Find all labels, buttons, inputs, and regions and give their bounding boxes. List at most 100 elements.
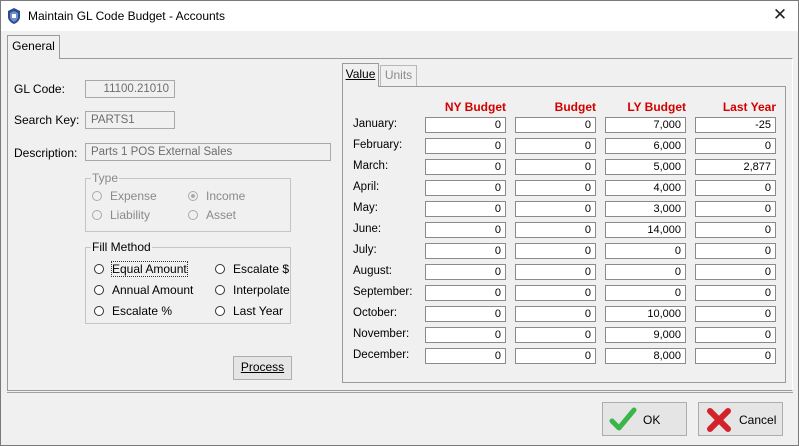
ny-budget-cell[interactable]: 0 [425, 117, 506, 133]
radio-icon[interactable] [188, 210, 198, 220]
budget-cell[interactable]: 0 [515, 285, 596, 301]
last-year-cell[interactable]: 0 [695, 348, 776, 364]
fill-interpolate-option[interactable]: Interpolate [215, 283, 290, 297]
radio-icon[interactable] [94, 285, 104, 295]
ny-budget-cell[interactable]: 0 [425, 222, 506, 238]
month-label: August: [353, 265, 392, 277]
budget-cell[interactable]: 0 [515, 159, 596, 175]
search-key-field[interactable]: PARTS1 [85, 111, 175, 129]
month-label: November: [353, 328, 410, 340]
cancel-label: Cancel [739, 413, 777, 427]
type-income-label: Income [206, 189, 246, 203]
ly-budget-cell[interactable]: 8,000 [605, 348, 686, 364]
month-label: February: [353, 139, 403, 151]
budget-cell[interactable]: 0 [515, 138, 596, 154]
month-label: December: [353, 349, 410, 361]
description-field[interactable]: Parts 1 POS External Sales [85, 143, 331, 161]
ny-budget-cell[interactable]: 0 [425, 138, 506, 154]
fill-method-legend: Fill Method [92, 240, 151, 254]
budget-cell[interactable]: 0 [515, 180, 596, 196]
budget-cell[interactable]: 0 [515, 327, 596, 343]
last-year-cell[interactable]: 0 [695, 306, 776, 322]
fill-equal-amount-option[interactable]: Equal Amount [94, 261, 188, 277]
last-year-cell[interactable]: 0 [695, 138, 776, 154]
title-bar[interactable]: Maintain GL Code Budget - Accounts ✕ [1, 1, 798, 31]
month-label: May: [353, 202, 378, 214]
ny-budget-cell[interactable]: 0 [425, 285, 506, 301]
month-label: September: [353, 286, 413, 298]
budget-cell[interactable]: 0 [515, 243, 596, 259]
ny-budget-cell[interactable]: 0 [425, 180, 506, 196]
fill-annual-amount-option[interactable]: Annual Amount [94, 283, 193, 297]
radio-selected-icon[interactable] [188, 191, 198, 201]
budget-cell[interactable]: 0 [515, 201, 596, 217]
ny-budget-cell[interactable]: 0 [425, 348, 506, 364]
close-icon[interactable]: ✕ [768, 5, 792, 27]
x-cross-icon [707, 408, 731, 432]
tab-general[interactable]: General [7, 35, 60, 59]
fill-annual-amount-label: Annual Amount [112, 283, 194, 297]
ly-budget-cell[interactable]: 14,000 [605, 222, 686, 238]
month-label: October: [353, 307, 398, 319]
radio-icon[interactable] [92, 210, 102, 220]
last-year-cell[interactable]: 0 [695, 285, 776, 301]
ly-budget-cell[interactable]: 4,000 [605, 180, 686, 196]
ly-budget-cell[interactable]: 10,000 [605, 306, 686, 322]
fill-last-year-option[interactable]: Last Year [215, 304, 283, 318]
budget-cell[interactable]: 0 [515, 117, 596, 133]
ok-button[interactable]: OK [602, 402, 687, 436]
last-year-cell[interactable]: 0 [695, 201, 776, 217]
fill-escalate-pct-option[interactable]: Escalate % [94, 304, 172, 318]
process-button[interactable]: Process [233, 356, 292, 380]
cancel-button[interactable]: Cancel [698, 402, 783, 436]
type-expense-option[interactable]: Expense [92, 189, 157, 203]
ly-budget-header: LY Budget [627, 100, 686, 114]
radio-icon[interactable] [215, 264, 225, 274]
ly-budget-cell[interactable]: 5,000 [605, 159, 686, 175]
ny-budget-cell[interactable]: 0 [425, 159, 506, 175]
tab-units[interactable]: Units [380, 65, 417, 86]
radio-icon[interactable] [215, 306, 225, 316]
search-key-label: Search Key: [14, 113, 80, 127]
type-liability-option[interactable]: Liability [92, 208, 150, 222]
last-year-cell[interactable]: 0 [695, 180, 776, 196]
last-year-cell[interactable]: 0 [695, 264, 776, 280]
last-year-cell[interactable]: 2,877 [695, 159, 776, 175]
ly-budget-cell[interactable]: 0 [605, 285, 686, 301]
budget-cell[interactable]: 0 [515, 264, 596, 280]
radio-icon[interactable] [94, 264, 104, 274]
last-year-cell[interactable]: 0 [695, 243, 776, 259]
checkmark-icon [609, 407, 637, 431]
tab-value[interactable]: Value [342, 63, 379, 87]
type-asset-option[interactable]: Asset [188, 208, 236, 222]
process-button-label: Process [240, 360, 285, 374]
ny-budget-cell[interactable]: 0 [425, 306, 506, 322]
last-year-cell[interactable]: 0 [695, 327, 776, 343]
budget-cell[interactable]: 0 [515, 306, 596, 322]
ly-budget-cell[interactable]: 9,000 [605, 327, 686, 343]
fill-escalate-dollar-label: Escalate $ [233, 262, 290, 276]
gl-code-field[interactable]: 11100.21010 [85, 80, 175, 98]
ny-budget-cell[interactable]: 0 [425, 264, 506, 280]
radio-icon[interactable] [215, 285, 225, 295]
budget-cell[interactable]: 0 [515, 222, 596, 238]
ny-budget-cell[interactable]: 0 [425, 201, 506, 217]
tab-value-label: Value [345, 67, 376, 81]
radio-icon[interactable] [92, 191, 102, 201]
ny-budget-cell[interactable]: 0 [425, 327, 506, 343]
fill-escalate-dollar-option[interactable]: Escalate $ [215, 262, 289, 276]
ly-budget-cell[interactable]: 7,000 [605, 117, 686, 133]
budget-cell[interactable]: 0 [515, 348, 596, 364]
ly-budget-cell[interactable]: 0 [605, 243, 686, 259]
ly-budget-cell[interactable]: 0 [605, 264, 686, 280]
fill-interpolate-label: Interpolate [233, 283, 290, 297]
ny-budget-cell[interactable]: 0 [425, 243, 506, 259]
budget-header: Budget [554, 100, 596, 114]
radio-icon[interactable] [94, 306, 104, 316]
ly-budget-cell[interactable]: 6,000 [605, 138, 686, 154]
app-shield-icon [8, 8, 20, 24]
last-year-cell[interactable]: 0 [695, 222, 776, 238]
last-year-cell[interactable]: -25 [695, 117, 776, 133]
type-income-option[interactable]: Income [188, 189, 245, 203]
ly-budget-cell[interactable]: 3,000 [605, 201, 686, 217]
